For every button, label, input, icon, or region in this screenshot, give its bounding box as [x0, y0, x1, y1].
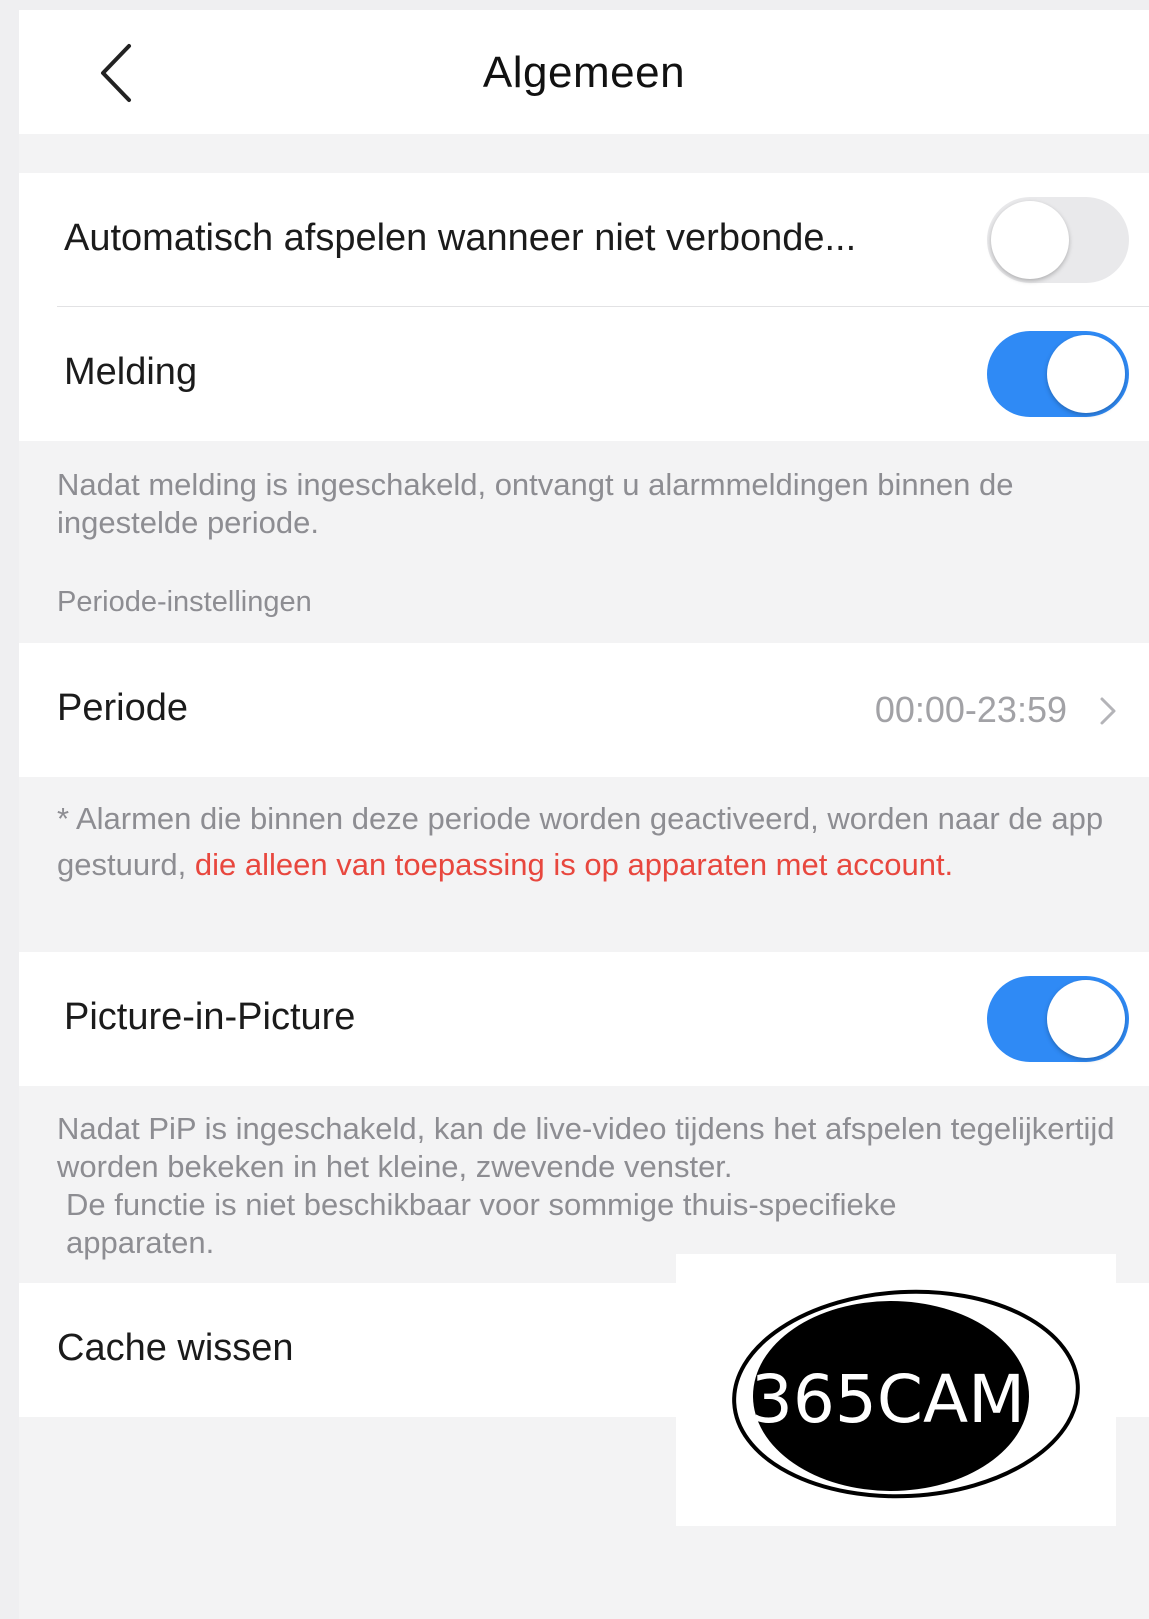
- pip-help-line2: De functie is niet beschikbaar voor somm…: [66, 1187, 897, 1260]
- clear-cache-label: Cache wissen: [57, 1327, 294, 1369]
- autoplay-label: Automatisch afspelen wanneer niet verbon…: [64, 217, 857, 259]
- notification-label: Melding: [64, 351, 198, 393]
- toggle-knob: [991, 201, 1069, 279]
- autoplay-row: Automatisch afspelen wanneer niet verbon…: [19, 173, 1149, 307]
- notification-toggle[interactable]: [987, 331, 1129, 417]
- autoplay-toggle[interactable]: [987, 197, 1129, 283]
- pip-help-line1: Nadat PiP is ingeschakeld, kan de live-v…: [57, 1111, 1115, 1184]
- notification-help-text: Nadat melding is ingeschakeld, ontvangt …: [57, 467, 1014, 540]
- pip-label: Picture-in-Picture: [64, 996, 356, 1038]
- period-note-warning: die alleen van toepassing is op apparate…: [194, 847, 954, 882]
- toggle-knob: [1047, 335, 1125, 413]
- toggle-knob: [1047, 980, 1125, 1058]
- watermark-logo: 365CAM: [676, 1254, 1116, 1526]
- logo-graphic: 365CAM: [732, 1289, 1080, 1499]
- page-title: Algemeen: [482, 48, 686, 97]
- period-note: * Alarmen die binnen deze periode worden…: [57, 796, 1117, 888]
- period-section-header: Periode-instellingen: [57, 586, 312, 618]
- settings-card-playback: Automatisch afspelen wanneer niet verbon…: [19, 173, 1149, 441]
- pip-help-text: Nadat PiP is ingeschakeld, kan de live-v…: [57, 1110, 1117, 1262]
- period-row[interactable]: Periode 00:00-23:59: [19, 643, 1149, 777]
- period-label: Periode: [57, 687, 188, 729]
- chevron-right-icon: [1100, 697, 1116, 725]
- pip-row: Picture-in-Picture: [19, 952, 1149, 1086]
- navigation-bar: Algemeen: [19, 10, 1149, 134]
- notification-row: Melding: [19, 307, 1149, 441]
- logo-text: 365CAM: [751, 1361, 1025, 1438]
- period-value: 00:00-23:59: [874, 689, 1067, 730]
- pip-toggle[interactable]: [987, 976, 1129, 1062]
